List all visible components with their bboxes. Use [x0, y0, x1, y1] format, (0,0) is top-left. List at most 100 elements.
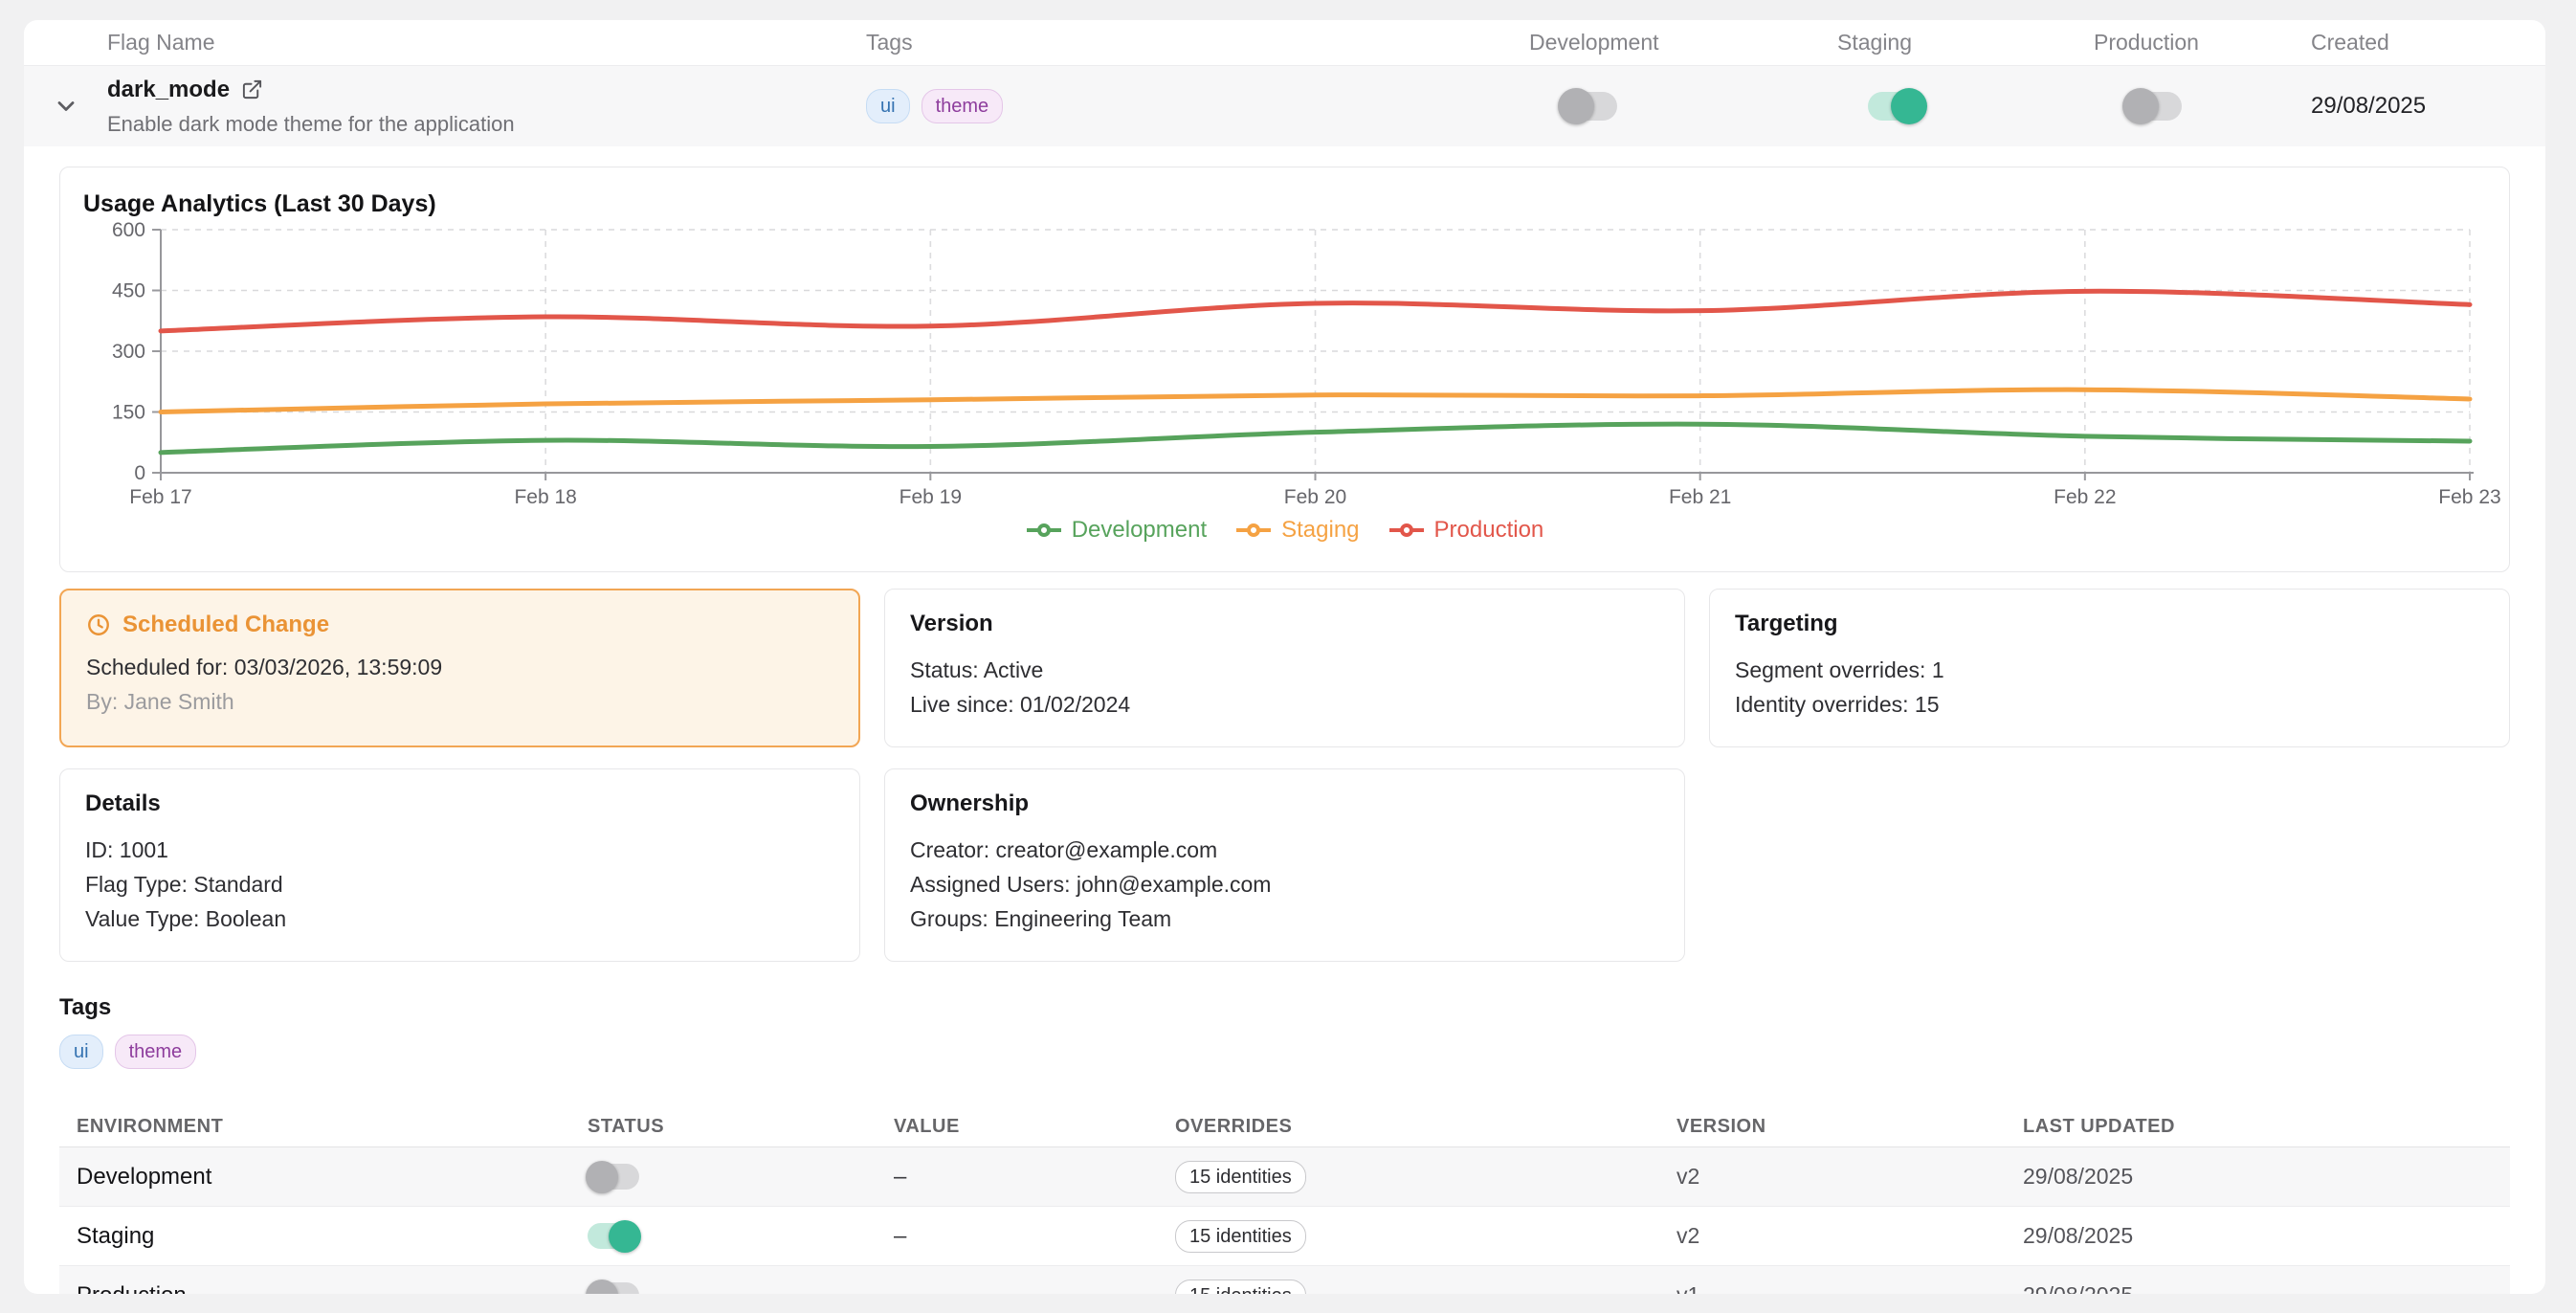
column-header-development: Development: [1529, 30, 1837, 56]
expand-chevron-icon[interactable]: [53, 93, 79, 120]
env-name: Development: [77, 1164, 588, 1191]
environment-table-header: EnvironmentStatusValueOverridesVersionLa…: [59, 1107, 2510, 1147]
flag-tags: uitheme: [866, 89, 1529, 123]
scheduled-by-text: By: Jane Smith: [86, 684, 833, 719]
env-version: v2: [1677, 1164, 2023, 1190]
staging-status-toggle[interactable]: [588, 1223, 639, 1249]
development-toggle[interactable]: [1560, 92, 1617, 121]
tag-pill-theme[interactable]: theme: [115, 1035, 197, 1069]
env-last-updated: 29/08/2025: [2023, 1223, 2510, 1249]
production-status-toggle[interactable]: [588, 1282, 639, 1294]
tags-section: Tags uitheme: [59, 994, 2510, 1069]
card-line: Value Type: Boolean: [85, 901, 834, 936]
svg-text:Feb 18: Feb 18: [514, 486, 576, 507]
ownership-card-title: Ownership: [910, 790, 1659, 817]
ownership-card-body: Creator: creator@example.comAssigned Use…: [910, 833, 1659, 936]
flag-description: Enable dark mode theme for the applicati…: [107, 112, 866, 137]
tags-section-title: Tags: [59, 994, 2510, 1021]
scheduled-for-text: Scheduled for: 03/03/2026, 13:59:09: [86, 650, 833, 684]
env-column-header-value: Value: [894, 1116, 1175, 1138]
version-card: Version Status: ActiveLive since: 01/02/…: [884, 589, 1685, 747]
tag-pill-ui[interactable]: ui: [59, 1035, 103, 1069]
column-header-staging: Staging: [1837, 30, 2094, 56]
toggle-knob: [586, 1280, 618, 1294]
staging-toggle[interactable]: [1868, 92, 1925, 121]
legend-label: Staging: [1281, 517, 1359, 544]
svg-text:300: 300: [112, 341, 145, 363]
toggle-knob: [2122, 88, 2159, 124]
env-name: Staging: [77, 1223, 588, 1250]
toggle-knob: [1891, 88, 1927, 124]
flag-row[interactable]: dark_mode Enable dark mode theme for the…: [24, 66, 2545, 146]
toggle-knob: [586, 1161, 618, 1193]
summary-cards-row: Scheduled Change Scheduled for: 03/03/20…: [59, 589, 2510, 747]
usage-analytics-card: Usage Analytics (Last 30 Days) Feb 17 Feb…: [59, 167, 2510, 572]
svg-text:Feb 22: Feb 22: [2054, 486, 2116, 507]
svg-text:0: 0: [134, 462, 145, 484]
scheduled-change-title: Scheduled Change: [86, 612, 833, 638]
column-header-flag-name: Flag Name: [107, 30, 866, 56]
flag-name: dark_mode: [107, 77, 230, 103]
flag-created-date: 29/08/2025: [2311, 93, 2545, 120]
toggle-knob: [1558, 88, 1594, 124]
overrides-badge: 15 identities: [1175, 1280, 1306, 1295]
legend-item-production[interactable]: Production: [1388, 517, 1544, 544]
clock-icon: [86, 612, 111, 637]
tags-list: uitheme: [59, 1035, 2510, 1069]
card-line: Segment overrides: 1: [1735, 653, 2484, 687]
env-value: –: [894, 1282, 1175, 1295]
production-toggle[interactable]: [2124, 92, 2182, 121]
env-row-staging: Staging–15 identitiesv229/08/2025: [59, 1207, 2510, 1266]
env-column-header-overrides: Overrides: [1175, 1116, 1677, 1138]
legend-item-development[interactable]: Development: [1026, 517, 1207, 544]
svg-text:Feb 23: Feb 23: [2438, 486, 2500, 507]
env-column-header-environment: Environment: [77, 1116, 588, 1138]
legend-marker-icon: [1388, 522, 1425, 539]
tag-pill-ui[interactable]: ui: [866, 89, 910, 123]
env-column-header-version: Version: [1677, 1116, 2023, 1138]
env-version: v2: [1677, 1223, 2023, 1249]
legend-marker-icon: [1026, 522, 1062, 539]
details-card-title: Details: [85, 790, 834, 817]
toggle-knob: [609, 1220, 641, 1253]
overrides-badge: 15 identities: [1175, 1161, 1306, 1193]
env-last-updated: 29/08/2025: [2023, 1282, 2510, 1294]
details-card-body: ID: 1001Flag Type: StandardValue Type: B…: [85, 833, 834, 936]
env-last-updated: 29/08/2025: [2023, 1164, 2510, 1190]
env-value: –: [894, 1164, 1175, 1191]
env-value: –: [894, 1223, 1175, 1250]
chart-title: Usage Analytics (Last 30 Days): [79, 187, 2490, 218]
page-background: Flag Name Tags Development Staging Produ…: [0, 0, 2576, 1313]
detail-cards-row: Details ID: 1001Flag Type: StandardValue…: [59, 768, 2510, 962]
card-line: Live since: 01/02/2024: [910, 687, 1659, 722]
ownership-card: Ownership Creator: creator@example.comAs…: [884, 768, 1685, 962]
card-line: ID: 1001: [85, 833, 834, 867]
card-line: Creator: creator@example.com: [910, 833, 1659, 867]
targeting-card-body: Segment overrides: 1Identity overrides: …: [1735, 653, 2484, 722]
env-name: Production: [77, 1282, 588, 1295]
targeting-card-title: Targeting: [1735, 611, 2484, 637]
legend-label: Development: [1072, 517, 1207, 544]
svg-text:Feb 21: Feb 21: [1669, 486, 1731, 507]
chart-legend: Development Staging Production: [79, 517, 2490, 544]
legend-marker-icon: [1235, 522, 1272, 539]
flag-detail-panel: Flag Name Tags Development Staging Produ…: [24, 20, 2545, 1294]
column-header-production: Production: [2094, 30, 2311, 56]
external-link-icon[interactable]: [241, 78, 263, 100]
details-card: Details ID: 1001Flag Type: StandardValue…: [59, 768, 860, 962]
card-line: Flag Type: Standard: [85, 867, 834, 901]
svg-text:Feb 19: Feb 19: [899, 486, 962, 507]
flag-table-header: Flag Name Tags Development Staging Produ…: [24, 20, 2545, 66]
tag-pill-theme[interactable]: theme: [922, 89, 1004, 123]
legend-item-staging[interactable]: Staging: [1235, 517, 1359, 544]
svg-text:150: 150: [112, 402, 145, 424]
env-column-header-last-updated: Last Updated: [2023, 1116, 2510, 1138]
card-line: Identity overrides: 15: [1735, 687, 2484, 722]
svg-text:Feb 17: Feb 17: [129, 486, 191, 507]
column-header-tags: Tags: [866, 30, 1529, 56]
environment-table: EnvironmentStatusValueOverridesVersionLa…: [59, 1107, 2510, 1294]
legend-label: Production: [1434, 517, 1544, 544]
svg-text:600: 600: [112, 219, 145, 241]
development-status-toggle[interactable]: [588, 1164, 639, 1190]
env-row-production: Production–15 identitiesv129/08/2025: [59, 1266, 2510, 1294]
